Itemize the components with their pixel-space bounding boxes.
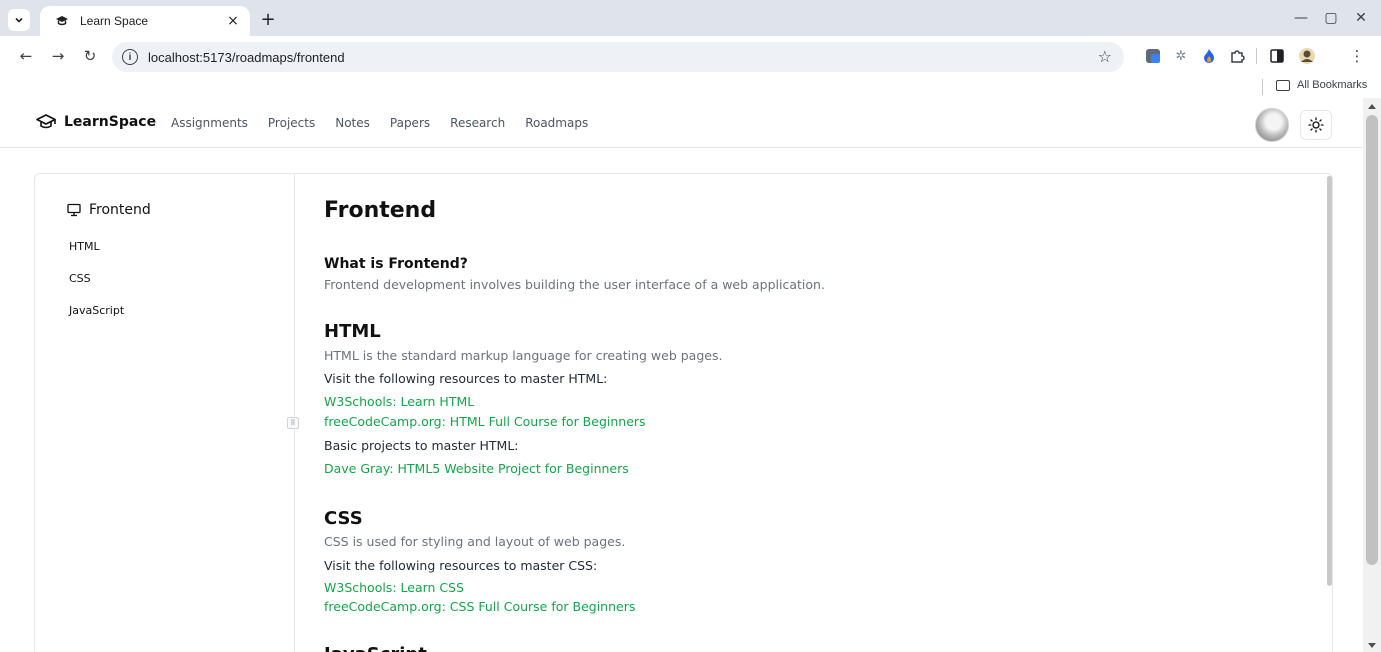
- roadmap-content: Frontend What is Frontend? Frontend deve…: [324, 174, 1324, 652]
- extension-icon[interactable]: [1144, 47, 1162, 65]
- css-resource-link[interactable]: W3Schools: Learn CSS: [324, 580, 464, 595]
- address-bar[interactable]: i localhost:5173/roadmaps/frontend ☆: [112, 42, 1124, 72]
- panel-resize-handle[interactable]: ⠿: [287, 417, 299, 429]
- html-resource-link[interactable]: freeCodeCamp.org: HTML Full Course for B…: [324, 414, 646, 429]
- content-scrollbar[interactable]: [1327, 176, 1332, 586]
- css-heading: CSS: [324, 508, 363, 529]
- side-panel-icon[interactable]: [1268, 47, 1286, 65]
- html-description: HTML is the standard markup language for…: [324, 348, 723, 363]
- user-avatar[interactable]: [1255, 108, 1289, 142]
- nav-projects[interactable]: Projects: [268, 116, 315, 130]
- sidebar-item-html[interactable]: HTML: [69, 240, 100, 253]
- theme-toggle-button[interactable]: [1300, 110, 1332, 140]
- toolbar-divider: [1256, 48, 1257, 64]
- tab-close-button[interactable]: ×: [224, 12, 242, 30]
- sidebar-item-javascript[interactable]: JavaScript: [69, 304, 124, 317]
- profile-avatar-icon[interactable]: [1298, 47, 1316, 65]
- intro-heading: What is Frontend?: [324, 256, 468, 272]
- html-heading: HTML: [324, 321, 381, 342]
- sidebar-title[interactable]: Frontend: [67, 202, 151, 218]
- intro-text: Frontend development involves building t…: [324, 277, 825, 292]
- minimize-button[interactable]: —: [1287, 7, 1315, 29]
- sidebar-title-text: Frontend: [89, 202, 151, 218]
- browser-tab[interactable]: Learn Space ×: [40, 6, 250, 36]
- sun-icon: [1308, 117, 1324, 133]
- bookmarks-bar: All Bookmarks: [0, 76, 1381, 98]
- css-description: CSS is used for styling and layout of we…: [324, 534, 626, 549]
- scroll-down-icon[interactable]: [1368, 643, 1376, 648]
- tab-search-button[interactable]: [8, 9, 30, 31]
- nav-roadmaps[interactable]: Roadmaps: [525, 116, 588, 130]
- bug-extension-icon[interactable]: ✲: [1172, 47, 1190, 65]
- site-info-icon[interactable]: i: [122, 49, 138, 65]
- scroll-thumb[interactable]: [1366, 115, 1378, 565]
- sidebar-item-css[interactable]: CSS: [69, 272, 91, 285]
- nav-research[interactable]: Research: [450, 116, 505, 130]
- all-bookmarks-button[interactable]: All Bookmarks: [1276, 79, 1367, 91]
- extensions-puzzle-icon[interactable]: [1228, 47, 1246, 65]
- forward-arrow-icon[interactable]: →: [48, 46, 68, 66]
- browser-menu-icon[interactable]: ⋮: [1348, 47, 1366, 65]
- bookmarks-divider: [1262, 79, 1263, 95]
- browser-tabstrip: Learn Space × + — ▢ ✕: [0, 0, 1381, 36]
- graduation-cap-icon: [36, 114, 56, 129]
- nav-notes[interactable]: Notes: [335, 116, 370, 130]
- brand-logo[interactable]: LearnSpace: [36, 113, 156, 131]
- reload-icon[interactable]: ↻: [80, 46, 100, 66]
- close-window-button[interactable]: ✕: [1347, 7, 1375, 29]
- css-resource-link[interactable]: freeCodeCamp.org: CSS Full Course for Be…: [324, 599, 635, 614]
- html-project-link[interactable]: Dave Gray: HTML5 Website Project for Beg…: [324, 461, 629, 476]
- roadmap-card: Frontend HTML CSS JavaScript ⠿ Frontend …: [34, 173, 1333, 652]
- page-viewport: LearnSpace Assignments Projects Notes Pa…: [0, 98, 1363, 652]
- scroll-up-icon[interactable]: [1368, 104, 1376, 109]
- graduation-cap-icon: [54, 13, 70, 29]
- restore-button[interactable]: ▢: [1317, 7, 1345, 29]
- tab-title: Learn Space: [80, 14, 149, 28]
- monitor-icon: [67, 203, 81, 217]
- back-arrow-icon[interactable]: ←: [16, 46, 36, 66]
- page-title: Frontend: [324, 198, 437, 223]
- brand-name: LearnSpace: [64, 114, 157, 130]
- flame-extension-icon[interactable]: [1200, 47, 1218, 65]
- nav-assignments[interactable]: Assignments: [171, 116, 248, 130]
- nav-papers[interactable]: Papers: [390, 116, 430, 130]
- folder-icon: [1276, 79, 1290, 91]
- all-bookmarks-label: All Bookmarks: [1297, 79, 1368, 91]
- javascript-heading: JavaScript: [324, 644, 427, 652]
- browser-toolbar: ← → ↻ i localhost:5173/roadmaps/frontend…: [0, 36, 1381, 76]
- bookmark-star-icon[interactable]: ☆: [1098, 47, 1112, 66]
- html-resources-label: Visit the following resources to master …: [324, 371, 608, 386]
- html-resource-link[interactable]: W3Schools: Learn HTML: [324, 394, 474, 409]
- app-header: LearnSpace Assignments Projects Notes Pa…: [0, 98, 1363, 148]
- html-projects-label: Basic projects to master HTML:: [324, 438, 519, 453]
- page-scrollbar[interactable]: [1363, 98, 1381, 652]
- main-nav: Assignments Projects Notes Papers Resear…: [171, 116, 608, 130]
- url-text[interactable]: localhost:5173/roadmaps/frontend: [148, 50, 345, 65]
- css-resources-label: Visit the following resources to master …: [324, 558, 598, 573]
- new-tab-button[interactable]: +: [258, 9, 278, 30]
- roadmap-sidebar: Frontend HTML CSS JavaScript: [35, 174, 295, 652]
- chevron-down-icon: [15, 17, 23, 23]
